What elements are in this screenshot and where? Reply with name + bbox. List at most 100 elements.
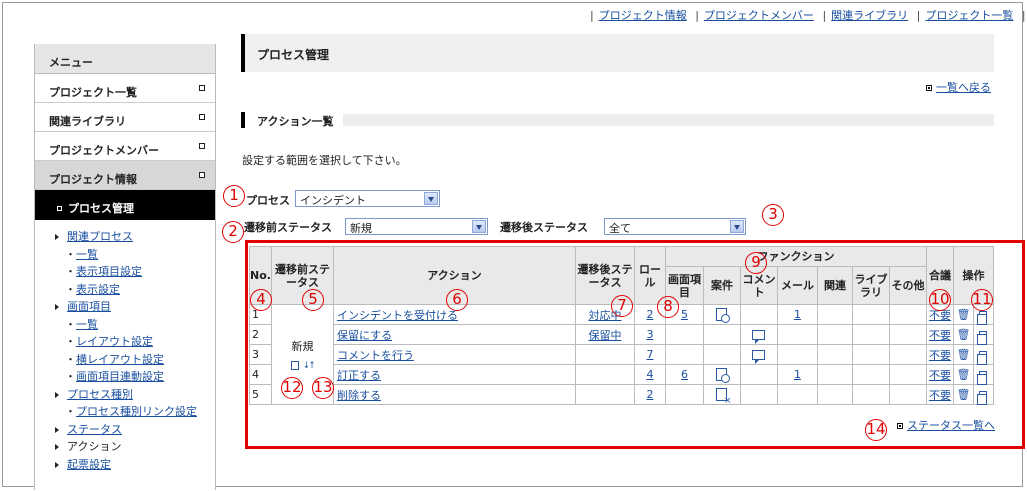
nav-project-info[interactable]: プロジェクト情報 bbox=[599, 9, 687, 22]
tree-item[interactable]: 関連プロセス bbox=[53, 228, 215, 246]
marker-10: 10 bbox=[929, 289, 951, 311]
sidebar-item-project-members[interactable]: プロジェクトメンバー bbox=[35, 132, 215, 161]
row-no: 4 bbox=[249, 364, 272, 385]
screen-item-link[interactable]: 5 bbox=[681, 308, 688, 321]
before-status-value: 新規 bbox=[291, 340, 314, 353]
marker-9: 9 bbox=[745, 252, 767, 274]
trash-icon[interactable]: 🗑 bbox=[956, 348, 970, 361]
tree-item[interactable]: 画面項目 bbox=[53, 298, 215, 316]
bullet-icon bbox=[199, 143, 205, 149]
tree-item[interactable]: プロセス種別リンク設定 bbox=[53, 403, 215, 421]
role-count-link[interactable]: 7 bbox=[646, 348, 653, 361]
copy-icon[interactable] bbox=[977, 310, 988, 325]
col-header-related: 関連 bbox=[816, 266, 853, 305]
after-status-select[interactable]: 全て bbox=[604, 218, 746, 235]
copy-icon[interactable] bbox=[977, 370, 988, 385]
comment-icon[interactable] bbox=[752, 350, 766, 364]
copy-icon[interactable] bbox=[977, 390, 988, 405]
copy-icon[interactable] bbox=[977, 330, 988, 345]
agree-link[interactable]: 不要 bbox=[929, 389, 951, 402]
table-row: 3 コメントを行う 7 不要 🗑 bbox=[249, 344, 994, 365]
tree-item[interactable]: 起票設定 bbox=[53, 456, 215, 474]
after-status-link[interactable]: 保留中 bbox=[588, 329, 621, 342]
tree-item[interactable]: 表示項目設定 bbox=[53, 263, 215, 281]
nav-project-members[interactable]: プロジェクトメンバー bbox=[704, 9, 814, 22]
sidebar-item-project-info[interactable]: プロジェクト情報 bbox=[35, 161, 215, 190]
marker-5: 5 bbox=[302, 289, 324, 311]
case-delete-icon[interactable] bbox=[716, 388, 731, 406]
tree-item[interactable]: プロセス種別 bbox=[53, 386, 215, 404]
sidebar: メニュー プロジェクト一覧 関連ライブラリ プロジェクトメンバー プロジェクト情… bbox=[34, 44, 216, 490]
role-count-link[interactable]: 3 bbox=[646, 328, 653, 341]
tree-item[interactable]: レイアウト設定 bbox=[53, 333, 215, 351]
chevron-down-icon[interactable] bbox=[424, 192, 438, 205]
instruction-text: 設定する範囲を選択して下さい。 bbox=[242, 154, 407, 167]
row-no: 2 bbox=[249, 324, 272, 345]
table-row: 2 保留にする 保留中 3 不要 🗑 bbox=[249, 324, 994, 345]
tree-item[interactable]: 画面項目連動設定 bbox=[53, 368, 215, 386]
marker-6: 6 bbox=[446, 289, 468, 311]
tree-item-current: アクション bbox=[53, 438, 215, 456]
process-select[interactable]: インシデント bbox=[295, 190, 440, 207]
marker-12: 12 bbox=[281, 377, 303, 399]
after-status-label: 遷移後ステータス bbox=[500, 221, 588, 234]
tree-item[interactable]: 横レイアウト設定 bbox=[53, 351, 215, 369]
role-count-link[interactable]: 2 bbox=[646, 388, 653, 401]
col-header-other: その他 bbox=[888, 266, 927, 305]
process-label: プロセス bbox=[246, 194, 290, 207]
comment-icon[interactable] bbox=[752, 330, 766, 344]
chevron-down-icon[interactable] bbox=[730, 220, 744, 233]
sidebar-header: メニュー bbox=[35, 44, 215, 74]
marker-3: 3 bbox=[762, 204, 784, 226]
tree-item[interactable]: 一覧 bbox=[53, 246, 215, 264]
screen-item-link[interactable]: 6 bbox=[681, 368, 688, 381]
mail-count-link[interactable]: 1 bbox=[794, 308, 801, 321]
agree-link[interactable]: 不要 bbox=[929, 369, 951, 382]
add-page-icon[interactable] bbox=[291, 360, 300, 370]
sidebar-subitem-process-management[interactable]: プロセス管理 bbox=[35, 190, 215, 220]
trash-icon[interactable]: 🗑 bbox=[956, 388, 970, 401]
trash-icon[interactable]: 🗑 bbox=[956, 308, 970, 321]
before-status-select[interactable]: 新規 bbox=[345, 218, 488, 235]
tree-item[interactable]: ステータス bbox=[53, 421, 215, 439]
sidebar-item-related-library[interactable]: 関連ライブラリ bbox=[35, 103, 215, 132]
chevron-down-icon[interactable] bbox=[472, 220, 486, 233]
col-header-library: ライブラリ bbox=[851, 266, 890, 305]
action-link[interactable]: 保留にする bbox=[337, 329, 392, 342]
tree-item[interactable]: 一覧 bbox=[53, 316, 215, 334]
sort-arrows-icon[interactable]: ↓↑ bbox=[303, 361, 316, 371]
case-settings-icon[interactable] bbox=[716, 308, 731, 324]
case-settings-icon[interactable] bbox=[716, 368, 731, 384]
mail-count-link[interactable]: 1 bbox=[794, 368, 801, 381]
action-link[interactable]: 訂正する bbox=[337, 369, 381, 382]
section-header: アクション一覧 bbox=[241, 112, 994, 129]
marker-1: 1 bbox=[223, 185, 245, 207]
copy-icon[interactable] bbox=[977, 350, 988, 365]
trash-icon[interactable]: 🗑 bbox=[956, 328, 970, 341]
agree-link[interactable]: 不要 bbox=[929, 349, 951, 362]
marker-13: 13 bbox=[312, 377, 334, 399]
action-link[interactable]: 削除する bbox=[337, 389, 381, 402]
nav-project-list[interactable]: プロジェクト一覧 bbox=[925, 9, 1013, 22]
status-list-link[interactable]: ステータス一覧へ bbox=[897, 417, 995, 433]
bullet-icon bbox=[199, 85, 205, 91]
sidebar-item-project-list[interactable]: プロジェクト一覧 bbox=[35, 74, 215, 103]
bullet-icon bbox=[897, 423, 903, 429]
bullet-icon bbox=[57, 206, 62, 211]
bullet-icon bbox=[199, 114, 205, 120]
nav-related-library[interactable]: 関連ライブラリ bbox=[831, 9, 908, 22]
page-title: プロセス管理 bbox=[241, 34, 994, 72]
col-header-case: 案件 bbox=[702, 266, 741, 305]
marker-2: 2 bbox=[222, 221, 244, 243]
tree-item[interactable]: 表示設定 bbox=[53, 281, 215, 299]
trash-icon[interactable]: 🗑 bbox=[956, 368, 970, 381]
marker-7: 7 bbox=[611, 295, 633, 317]
role-count-link[interactable]: 4 bbox=[646, 368, 653, 381]
action-link[interactable]: インシデントを受付ける bbox=[337, 309, 458, 322]
back-to-list-link[interactable]: 一覧へ戻る bbox=[926, 79, 991, 95]
agree-link[interactable]: 不要 bbox=[929, 329, 951, 342]
action-link[interactable]: コメントを行う bbox=[337, 349, 414, 362]
col-header-mail: メール bbox=[776, 266, 818, 305]
role-count-link[interactable]: 2 bbox=[646, 308, 653, 321]
before-status-label: 遷移前ステータス bbox=[244, 221, 332, 234]
